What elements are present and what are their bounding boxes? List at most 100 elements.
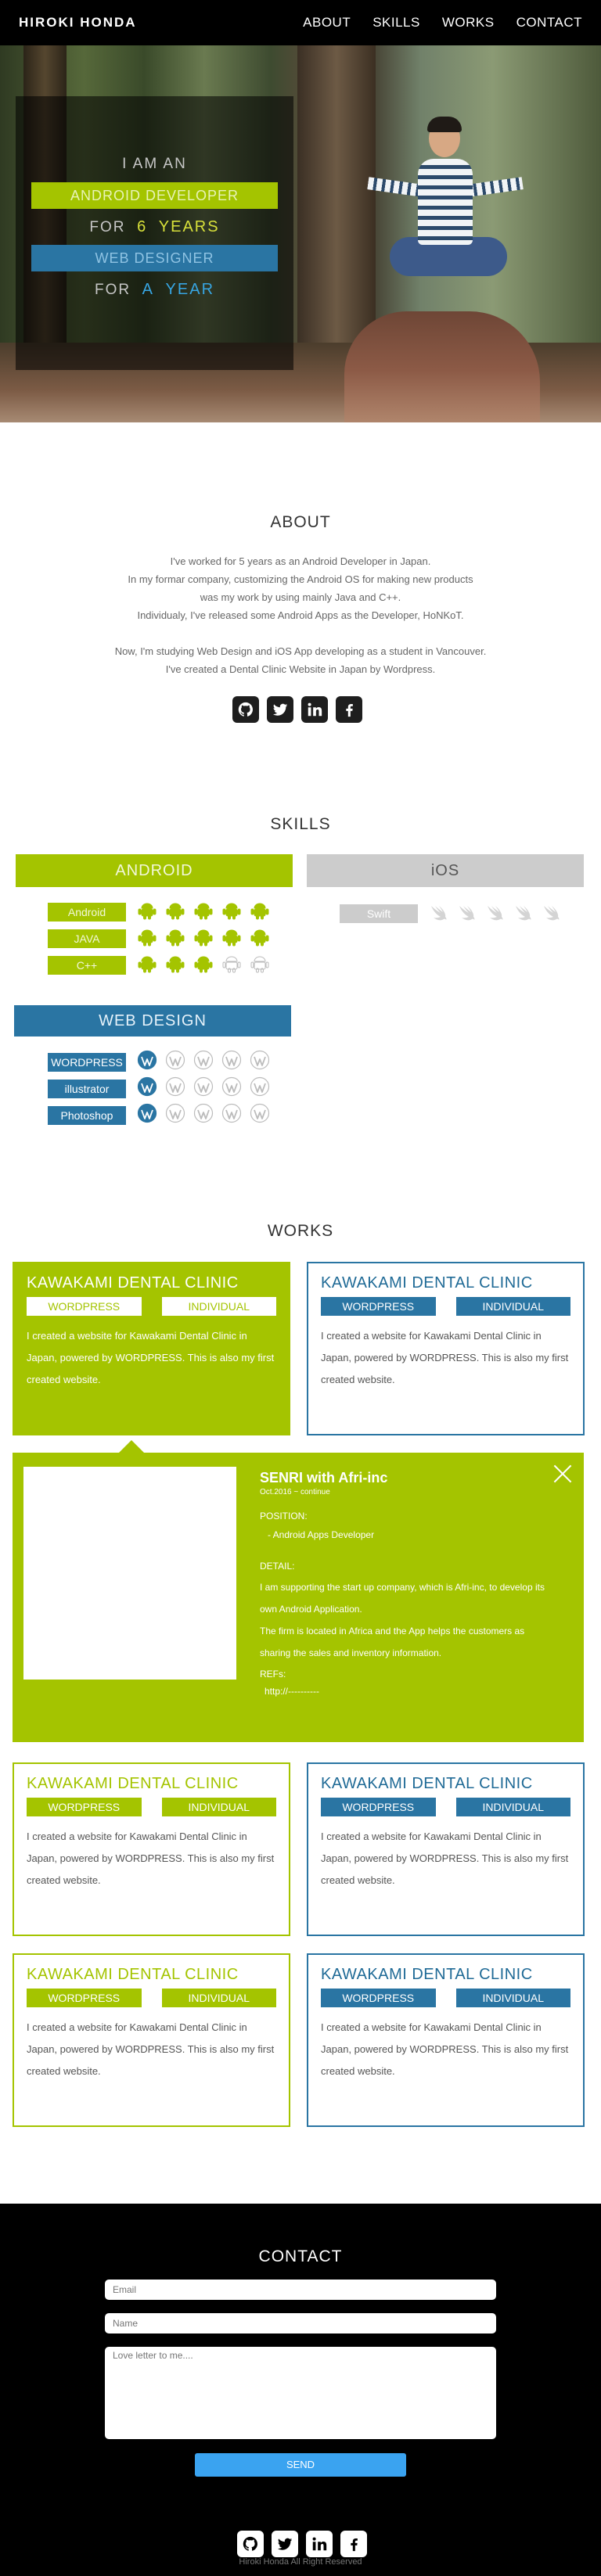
work-tag: INDIVIDUAL — [161, 1798, 276, 1816]
work-detail-period: Oct.2016 ~ continue — [260, 1488, 330, 1496]
work-tag: INDIVIDUAL — [455, 1989, 570, 2007]
hero-line-1: I AM AN — [122, 156, 187, 172]
work-tag: WORDPRESS — [321, 1798, 436, 1816]
hero-section: I AM AN ANDROID DEVELOPER FOR 6 YEARS WE… — [0, 45, 601, 422]
nav-skills-link[interactable]: SKILLS — [372, 15, 420, 31]
swift-level-icon — [429, 901, 449, 925]
github-icon[interactable] — [232, 696, 259, 723]
work-detail-title: SENRI with Afri-inc — [260, 1470, 388, 1486]
work-description: I created a website for Kawakami Dental … — [27, 2021, 275, 2077]
work-description: I created a website for Kawakami Dental … — [321, 1330, 569, 1385]
email-field[interactable] — [105, 2280, 496, 2300]
work-detail-refs-label: REFs: — [260, 1669, 286, 1680]
android-level-icon — [137, 900, 157, 924]
work-detail-position-label: POSITION: — [260, 1511, 308, 1522]
wordpress-level-icon — [193, 1050, 214, 1074]
wordpress-level-icon — [221, 1050, 242, 1074]
work-tag: WORDPRESS — [321, 1989, 436, 2007]
skill-row-photoshop: Photoshop — [48, 1103, 270, 1127]
hero-photo-person — [367, 117, 524, 315]
wordpress-level-icon — [137, 1103, 157, 1127]
skill-row-illustrator: illustrator — [48, 1076, 270, 1101]
android-level-icon — [250, 926, 270, 950]
wordpress-level-icon — [193, 1076, 214, 1101]
work-detail-refs-link[interactable]: http://---------- — [260, 1686, 557, 1697]
footer-social-links — [237, 2531, 367, 2557]
hero-line-2: FOR 6 YEARS — [89, 218, 220, 235]
hero-web-bar: WEB DESIGNER — [31, 245, 278, 271]
skill-row-wordpress: WORDPRESS — [48, 1050, 270, 1074]
work-tag: INDIVIDUAL — [455, 1297, 570, 1316]
wordpress-level-icon — [165, 1076, 185, 1101]
skill-level-icons — [137, 1103, 270, 1127]
github-icon[interactable] — [237, 2531, 264, 2557]
site-logo[interactable]: HIROKI HONDA — [19, 15, 137, 31]
twitter-icon[interactable] — [267, 696, 293, 723]
work-screenshot — [23, 1467, 236, 1680]
skill-level-icons — [137, 953, 270, 977]
wordpress-level-icon — [250, 1050, 270, 1074]
work-tag: WORDPRESS — [27, 1798, 142, 1816]
skill-level-icons — [137, 1076, 270, 1101]
android-level-icon — [250, 900, 270, 924]
work-tag: WORDPRESS — [321, 1297, 436, 1316]
work-card[interactable]: KAWAKAMI DENTAL CLINIC WORDPRESS INDIVIDU… — [307, 1762, 585, 1936]
swift-level-icon — [542, 901, 562, 925]
work-tag: WORDPRESS — [27, 1989, 142, 2007]
about-title: ABOUT — [270, 513, 331, 531]
work-detail-text: I am supporting the start up company, wh… — [260, 1582, 545, 1615]
wordpress-level-icon — [221, 1103, 242, 1127]
work-description: I created a website for Kawakami Dental … — [321, 2021, 569, 2077]
name-field[interactable] — [105, 2313, 496, 2333]
work-card[interactable]: KAWAKAMI DENTAL CLINIC WORDPRESS INDIVIDU… — [13, 1762, 290, 1936]
about-text: I've worked for 5 years as an Android De… — [114, 555, 487, 675]
nav-works-link[interactable]: WORKS — [442, 15, 495, 31]
facebook-icon[interactable] — [340, 2531, 367, 2557]
wordpress-level-icon — [137, 1076, 157, 1101]
hero-line-3: FOR A YEAR — [94, 281, 215, 298]
facebook-icon[interactable] — [336, 696, 362, 723]
hero-photo-stump — [344, 311, 540, 422]
work-detail-panel: SENRI with Afri-inc Oct.2016 ~ continue … — [13, 1440, 584, 1742]
work-description: I created a website for Kawakami Dental … — [27, 1831, 275, 1886]
top-nav: HIROKI HONDA ABOUT SKILLS WORKS CONTACT — [0, 0, 601, 45]
android-level-icon — [221, 926, 242, 950]
android-level-icon — [137, 953, 157, 977]
work-tag: WORDPRESS — [27, 1297, 142, 1316]
skill-heading-ios: iOS — [307, 854, 584, 887]
android-level-icon — [221, 900, 242, 924]
message-field[interactable] — [105, 2347, 496, 2439]
nav-about-link[interactable]: ABOUT — [303, 15, 351, 31]
hero-intro-box: I AM AN ANDROID DEVELOPER FOR 6 YEARS WE… — [16, 96, 293, 370]
android-level-icon — [193, 953, 214, 977]
copyright-text: Hiroki Honda All Right Reserved — [239, 2557, 362, 2567]
android-level-icon — [137, 926, 157, 950]
work-card[interactable]: KAWAKAMI DENTAL CLINIC WORDPRESS INDIVIDU… — [13, 1262, 290, 1435]
work-tag: INDIVIDUAL — [455, 1798, 570, 1816]
works-title: WORKS — [267, 1222, 334, 1240]
linkedin-icon[interactable] — [301, 696, 328, 723]
wordpress-level-icon — [137, 1050, 157, 1074]
wordpress-level-icon — [165, 1103, 185, 1127]
work-card[interactable]: KAWAKAMI DENTAL CLINIC WORDPRESS INDIVIDU… — [307, 1953, 585, 2127]
work-detail-label: DETAIL: — [260, 1561, 295, 1572]
swift-level-icon — [485, 901, 506, 925]
send-button[interactable]: SEND — [195, 2453, 406, 2477]
skill-level-icons — [137, 900, 270, 924]
work-tag: INDIVIDUAL — [161, 1297, 276, 1316]
work-description: I created a website for Kawakami Dental … — [27, 1330, 275, 1385]
android-level-icon — [193, 900, 214, 924]
wordpress-level-icon — [250, 1076, 270, 1101]
skill-level-icons — [137, 926, 270, 950]
work-card[interactable]: KAWAKAMI DENTAL CLINIC WORDPRESS INDIVIDU… — [13, 1953, 290, 2127]
skill-row-java: JAVA — [48, 926, 270, 950]
linkedin-icon[interactable] — [306, 2531, 333, 2557]
twitter-icon[interactable] — [272, 2531, 298, 2557]
android-level-icon — [221, 953, 242, 977]
android-level-icon — [193, 926, 214, 950]
swift-level-icon — [457, 901, 477, 925]
nav-contact-link[interactable]: CONTACT — [516, 15, 582, 31]
contact-title: CONTACT — [258, 2247, 343, 2265]
work-card[interactable]: KAWAKAMI DENTAL CLINIC WORDPRESS INDIVIDU… — [307, 1262, 585, 1435]
skill-level-icons — [137, 1050, 270, 1074]
